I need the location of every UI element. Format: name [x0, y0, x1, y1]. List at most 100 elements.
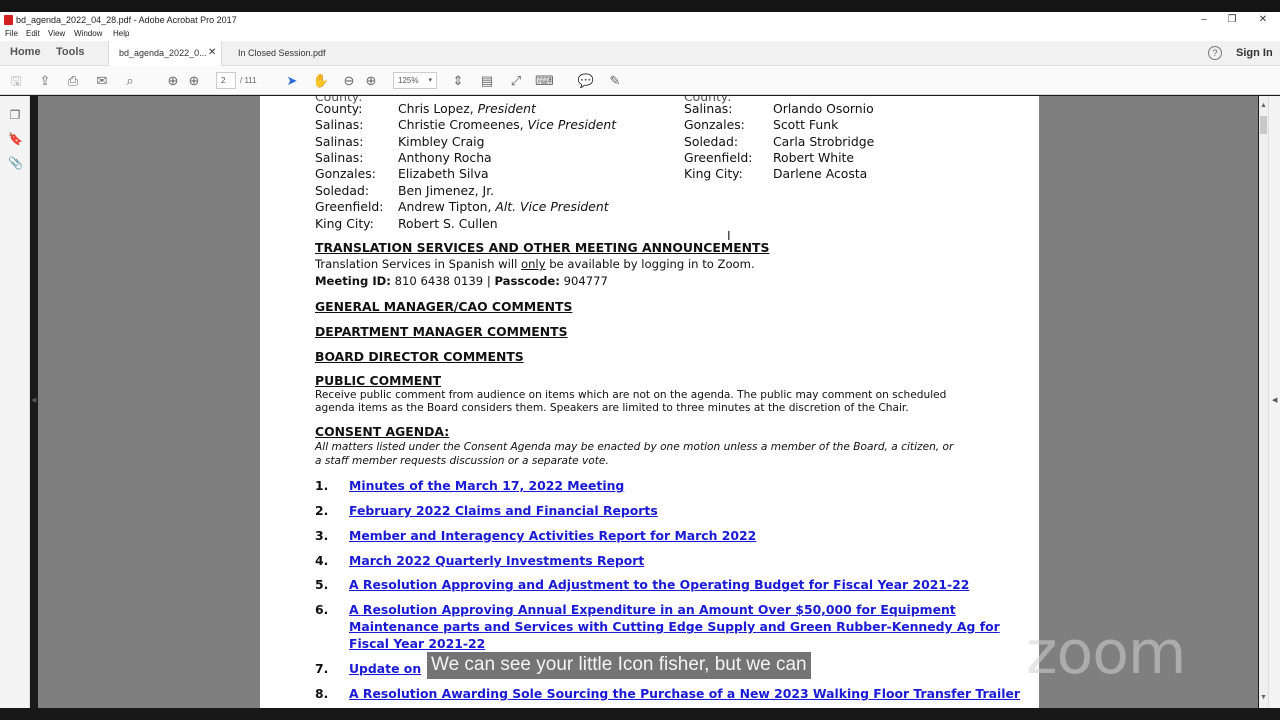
close-window-button[interactable]: ✕	[1249, 12, 1277, 28]
board-city: Greenfield:	[684, 150, 753, 165]
closed-caption: We can see your little Icon fisher, but …	[427, 652, 811, 679]
agenda-item-number: 4.	[315, 553, 329, 568]
page-number-input[interactable]: 2	[216, 72, 236, 89]
board-city: Soledad:	[684, 134, 739, 149]
pen-icon[interactable]: ✎	[606, 72, 624, 90]
consent-text: All matters listed under the Consent Age…	[315, 441, 954, 453]
agenda-item-link[interactable]: A Resolution Awarding Sole Sourcing the …	[349, 686, 1020, 701]
agenda-item-link[interactable]: Fiscal Year 2021-22	[349, 636, 485, 651]
zoom-level-value: 125%	[398, 76, 419, 85]
agenda-item-number: 1.	[315, 478, 329, 493]
save-icon[interactable]: 🖫	[7, 72, 25, 90]
zoom-out-icon[interactable]: ⊖	[340, 72, 358, 90]
toolbar: 🖫 ⇪ ⎙ ✉ ⌕ ⊕ ⊕ 2 / 111 ➤ ✋ ⊖ ⊕ 125% ▾ ⇕ ▤…	[0, 66, 1280, 95]
sign-in-link[interactable]: Sign In	[1236, 47, 1273, 59]
agenda-item-number: 8.	[315, 686, 329, 701]
tab-bar: Home Tools bd_agenda_2022_0... ✕ In Clos…	[0, 41, 1280, 66]
window-title: bd_agenda_2022_04_28.pdf - Adobe Acrobat…	[16, 15, 237, 25]
print-icon[interactable]: ⎙	[64, 72, 82, 90]
pdf-page: County: County: County: Chris Lopez, Pre…	[260, 96, 1039, 708]
right-pane-expand-icon[interactable]: ◀	[1272, 396, 1277, 404]
board-city: Salinas:	[684, 101, 733, 116]
agenda-item-number: 6.	[315, 602, 329, 617]
agenda-item-link[interactable]: February 2022 Claims and Financial Repor…	[349, 503, 658, 518]
board-city: Salinas:	[315, 134, 364, 149]
translation-text: Translation Services in Spanish will onl…	[315, 257, 755, 271]
section-heading-translation: TRANSLATION SERVICES AND OTHER MEETING A…	[315, 240, 770, 255]
agenda-item-link[interactable]: March 2022 Quarterly Investments Report	[349, 553, 644, 568]
board-member: Christie Cromeenes, Vice President	[398, 117, 617, 132]
screen-bottom-border	[0, 708, 1280, 720]
section-heading-gm: GENERAL MANAGER/CAO COMMENTS	[315, 299, 573, 314]
zoom-watermark: zoom	[1026, 618, 1186, 688]
email-icon[interactable]: ✉	[93, 72, 111, 90]
board-member: Orlando Osornio	[773, 101, 874, 116]
comment-icon[interactable]: 💬	[577, 72, 595, 90]
full-screen-icon[interactable]: ⤢	[507, 72, 525, 90]
scroll-down-icon[interactable]: ▼	[1260, 694, 1267, 701]
agenda-item-link[interactable]: Maintenance parts and Services with Cutt…	[349, 619, 1000, 634]
agenda-item-link[interactable]: A Resolution Approving and Adjustment to…	[349, 577, 969, 592]
board-member: Robert S. Cullen	[398, 216, 498, 231]
previous-page-icon[interactable]: ⊕	[164, 72, 182, 90]
close-tab-icon[interactable]: ✕	[208, 47, 216, 58]
board-member: Kimbley Craig	[398, 134, 485, 149]
tab-tools[interactable]: Tools	[56, 46, 85, 58]
scrollbar-thumb[interactable]	[1260, 116, 1267, 134]
page-total: / 111	[240, 76, 257, 85]
document-tab-closed-session[interactable]: In Closed Session.pdf	[228, 41, 348, 66]
board-city: County:	[315, 101, 363, 116]
menu-window[interactable]: Window	[74, 29, 102, 38]
board-city: Greenfield:	[315, 199, 384, 214]
bookmark-icon[interactable]: 🔖	[8, 132, 23, 148]
minimize-button[interactable]: –	[1190, 12, 1218, 28]
fit-page-icon[interactable]: ⇕	[449, 72, 467, 90]
agenda-item-link[interactable]: Member and Interagency Activities Report…	[349, 528, 756, 543]
scroll-up-icon[interactable]: ▲	[1260, 102, 1267, 109]
board-member: Elizabeth Silva	[398, 166, 489, 181]
menu-file[interactable]: File	[5, 29, 18, 38]
board-city: Salinas:	[315, 150, 364, 165]
text-cursor-icon: I	[727, 228, 731, 243]
attachment-icon[interactable]: 📎	[8, 156, 23, 172]
search-icon[interactable]: ⌕	[121, 72, 139, 90]
meeting-id-line: Meeting ID: 810 6438 0139 | Passcode: 90…	[315, 274, 608, 288]
keyboard-icon[interactable]: ⌨	[535, 72, 554, 90]
board-city: King City:	[315, 216, 374, 231]
zoom-level-select[interactable]: 125% ▾	[393, 72, 437, 89]
page-view-icon[interactable]: ▤	[478, 72, 496, 90]
menu-edit[interactable]: Edit	[26, 29, 40, 38]
document-tab-agenda[interactable]: bd_agenda_2022_0...	[108, 41, 222, 66]
agenda-item-link[interactable]: Update on	[349, 661, 421, 676]
select-tool-icon[interactable]: ➤	[283, 72, 301, 90]
menu-help[interactable]: Help	[113, 29, 129, 38]
hand-tool-icon[interactable]: ✋	[312, 72, 330, 90]
section-heading-public-comment: PUBLIC COMMENT	[315, 373, 442, 388]
document-tab-label: bd_agenda_2022_0...	[119, 48, 207, 58]
menu-view[interactable]: View	[48, 29, 65, 38]
tab-home[interactable]: Home	[10, 46, 41, 58]
agenda-item-number: 7.	[315, 661, 329, 676]
next-page-icon[interactable]: ⊕	[185, 72, 203, 90]
agenda-item-link[interactable]: A Resolution Approving Annual Expenditur…	[349, 602, 956, 617]
consent-text: a staff member requests discussion or a …	[315, 455, 609, 467]
agenda-item-link[interactable]: Minutes of the March 17, 2022 Meeting	[349, 478, 624, 493]
board-member: Scott Funk	[773, 117, 839, 132]
board-member: Robert White	[773, 150, 855, 165]
screen-top-border	[0, 0, 1280, 12]
zoom-in-icon[interactable]: ⊕	[362, 72, 380, 90]
public-comment-text: agenda items as the Board considers them…	[315, 402, 909, 414]
document-viewport[interactable]: County: County: County: Chris Lopez, Pre…	[38, 96, 1258, 708]
board-city: Salinas:	[315, 117, 364, 132]
board-city: Soledad:	[315, 183, 370, 198]
restore-button[interactable]: ❐	[1218, 12, 1246, 28]
left-pane-collapse-icon[interactable]: ◀	[31, 396, 36, 404]
agenda-item-number: 2.	[315, 503, 329, 518]
board-member: Anthony Rocha	[398, 150, 492, 165]
board-member: Carla Strobridge	[773, 134, 875, 149]
upload-icon[interactable]: ⇪	[36, 72, 54, 90]
page-thumbnails-icon[interactable]: ❐	[8, 108, 22, 124]
public-comment-text: Receive public comment from audience on …	[315, 389, 947, 401]
vertical-scrollbar[interactable]: ▲ ▼	[1259, 96, 1268, 708]
help-icon[interactable]: ?	[1208, 46, 1222, 60]
